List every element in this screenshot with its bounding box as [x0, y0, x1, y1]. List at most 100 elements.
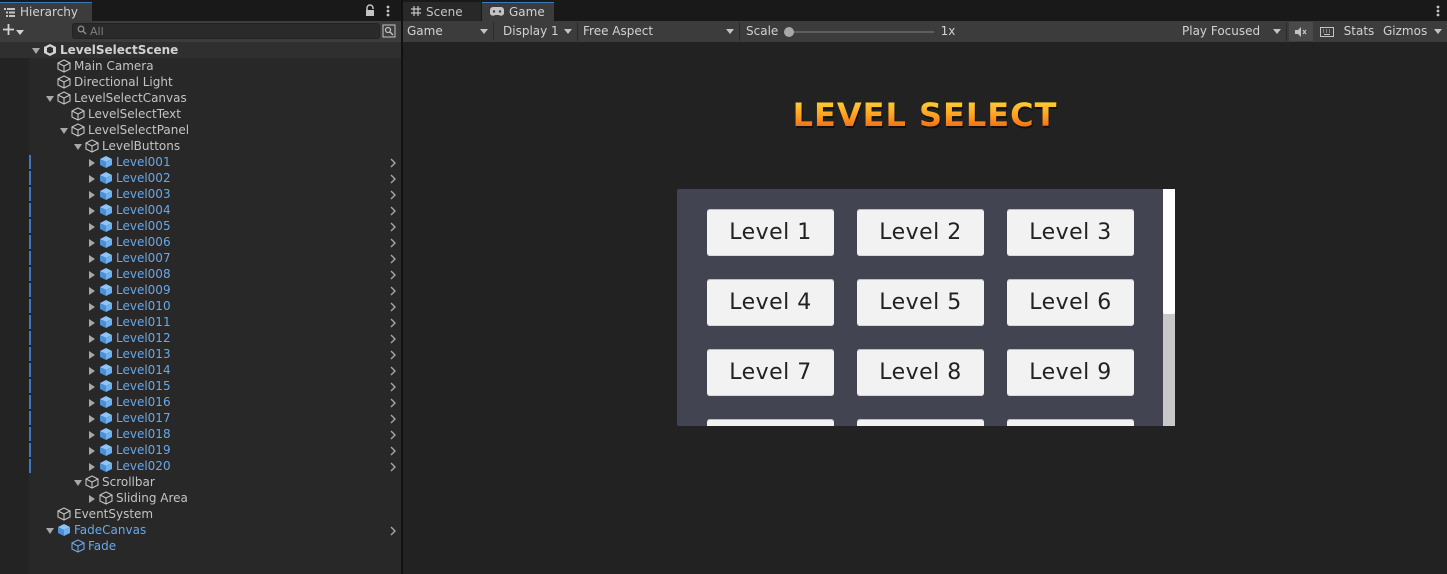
foldout-expanded-icon[interactable] — [31, 45, 41, 55]
level-button[interactable]: Level 4 — [707, 279, 834, 326]
hierarchy-row[interactable]: Level001 — [0, 154, 401, 170]
hierarchy-row[interactable]: Scrollbar — [0, 474, 401, 490]
hierarchy-row[interactable]: LevelSelectText — [0, 106, 401, 122]
foldout-collapsed-icon[interactable] — [87, 221, 97, 231]
hierarchy-row[interactable]: Level009 — [0, 282, 401, 298]
aspect-dropdown[interactable]: Free Aspect — [579, 22, 740, 41]
open-prefab-chevron-icon[interactable] — [389, 525, 397, 536]
foldout-collapsed-icon[interactable] — [87, 445, 97, 455]
hierarchy-row[interactable]: Level012 — [0, 330, 401, 346]
hierarchy-row[interactable]: Level014 — [0, 362, 401, 378]
hierarchy-row[interactable]: Level017 — [0, 410, 401, 426]
level-button[interactable]: Level 1 — [707, 209, 834, 256]
hierarchy-row[interactable]: Sliding Area — [0, 490, 401, 506]
hierarchy-row[interactable]: Level011 — [0, 314, 401, 330]
level-scrollbar-handle[interactable] — [1163, 189, 1175, 314]
hierarchy-row[interactable]: LevelSelectCanvas — [0, 90, 401, 106]
open-prefab-chevron-icon[interactable] — [389, 413, 397, 424]
hierarchy-search-input[interactable]: All — [72, 23, 380, 39]
play-mode-dropdown[interactable]: Play Focused — [1178, 22, 1287, 41]
hierarchy-row[interactable]: Level015 — [0, 378, 401, 394]
hierarchy-row[interactable]: Level013 — [0, 346, 401, 362]
level-button[interactable]: Level 9 — [1007, 349, 1134, 396]
open-prefab-chevron-icon[interactable] — [389, 157, 397, 168]
scale-slider-handle[interactable] — [784, 27, 794, 37]
lock-icon[interactable] — [364, 4, 376, 18]
stats-keyboard-button[interactable] — [1315, 22, 1339, 41]
open-prefab-chevron-icon[interactable] — [389, 269, 397, 280]
foldout-collapsed-icon[interactable] — [87, 381, 97, 391]
foldout-collapsed-icon[interactable] — [87, 429, 97, 439]
display-dropdown[interactable]: Display 1 — [499, 22, 578, 41]
search-by-type-icon[interactable] — [382, 24, 396, 38]
level-button[interactable] — [707, 419, 834, 426]
foldout-expanded-icon[interactable] — [45, 93, 55, 103]
hierarchy-row[interactable]: Level018 — [0, 426, 401, 442]
open-prefab-chevron-icon[interactable] — [389, 253, 397, 264]
level-button[interactable]: Level 8 — [857, 349, 984, 396]
foldout-collapsed-icon[interactable] — [87, 285, 97, 295]
open-prefab-chevron-icon[interactable] — [389, 429, 397, 440]
open-prefab-chevron-icon[interactable] — [389, 285, 397, 296]
view-mode-dropdown[interactable]: Game — [403, 22, 494, 41]
hierarchy-row[interactable]: Level016 — [0, 394, 401, 410]
open-prefab-chevron-icon[interactable] — [389, 365, 397, 376]
level-button[interactable] — [1007, 419, 1134, 426]
foldout-collapsed-icon[interactable] — [87, 493, 97, 503]
open-prefab-chevron-icon[interactable] — [389, 333, 397, 344]
gizmos-dropdown[interactable]: Gizmos — [1379, 22, 1447, 41]
foldout-collapsed-icon[interactable] — [87, 349, 97, 359]
level-button[interactable]: Level 3 — [1007, 209, 1134, 256]
hierarchy-row[interactable]: LevelButtons — [0, 138, 401, 154]
open-prefab-chevron-icon[interactable] — [389, 381, 397, 392]
hierarchy-row[interactable]: Level019 — [0, 442, 401, 458]
hierarchy-row[interactable]: Directional Light — [0, 74, 401, 90]
hierarchy-row[interactable]: Level002 — [0, 170, 401, 186]
level-button[interactable]: Level 7 — [707, 349, 834, 396]
create-button[interactable] — [3, 22, 31, 40]
foldout-collapsed-icon[interactable] — [87, 157, 97, 167]
open-prefab-chevron-icon[interactable] — [389, 301, 397, 312]
open-prefab-chevron-icon[interactable] — [389, 397, 397, 408]
open-prefab-chevron-icon[interactable] — [389, 317, 397, 328]
stats-button[interactable]: Stats — [1340, 22, 1378, 41]
foldout-collapsed-icon[interactable] — [87, 413, 97, 423]
scale-slider-track[interactable] — [786, 31, 934, 33]
hierarchy-row[interactable]: EventSystem — [0, 506, 401, 522]
mute-audio-button[interactable] — [1289, 22, 1313, 41]
hierarchy-row[interactable]: Level020 — [0, 458, 401, 474]
open-prefab-chevron-icon[interactable] — [389, 221, 397, 232]
foldout-collapsed-icon[interactable] — [87, 189, 97, 199]
foldout-collapsed-icon[interactable] — [87, 253, 97, 263]
foldout-collapsed-icon[interactable] — [87, 173, 97, 183]
level-button[interactable] — [857, 419, 984, 426]
level-button[interactable]: Level 5 — [857, 279, 984, 326]
hierarchy-row[interactable]: Level006 — [0, 234, 401, 250]
foldout-collapsed-icon[interactable] — [87, 301, 97, 311]
foldout-collapsed-icon[interactable] — [87, 365, 97, 375]
hierarchy-row[interactable]: Level003 — [0, 186, 401, 202]
open-prefab-chevron-icon[interactable] — [389, 189, 397, 200]
foldout-expanded-icon[interactable] — [73, 141, 83, 151]
open-prefab-chevron-icon[interactable] — [389, 461, 397, 472]
open-prefab-chevron-icon[interactable] — [389, 445, 397, 456]
game-more-icon[interactable] — [1432, 3, 1444, 19]
tab-game[interactable]: Game — [482, 2, 554, 21]
open-prefab-chevron-icon[interactable] — [389, 173, 397, 184]
foldout-collapsed-icon[interactable] — [87, 205, 97, 215]
level-button[interactable]: Level 2 — [857, 209, 984, 256]
hierarchy-row[interactable]: Fade — [0, 538, 401, 554]
foldout-collapsed-icon[interactable] — [87, 317, 97, 327]
foldout-collapsed-icon[interactable] — [87, 397, 97, 407]
foldout-expanded-icon[interactable] — [45, 525, 55, 535]
level-button[interactable]: Level 6 — [1007, 279, 1134, 326]
hierarchy-row[interactable]: LevelSelectPanel — [0, 122, 401, 138]
hierarchy-row[interactable]: Level005 — [0, 218, 401, 234]
hierarchy-row[interactable]: Level010 — [0, 298, 401, 314]
foldout-collapsed-icon[interactable] — [87, 237, 97, 247]
tab-scene[interactable]: Scene — [403, 2, 481, 21]
hierarchy-row[interactable]: FadeCanvas — [0, 522, 401, 538]
open-prefab-chevron-icon[interactable] — [389, 237, 397, 248]
hierarchy-row[interactable]: Main Camera — [0, 58, 401, 74]
hierarchy-tab[interactable]: Hierarchy — [0, 2, 92, 21]
